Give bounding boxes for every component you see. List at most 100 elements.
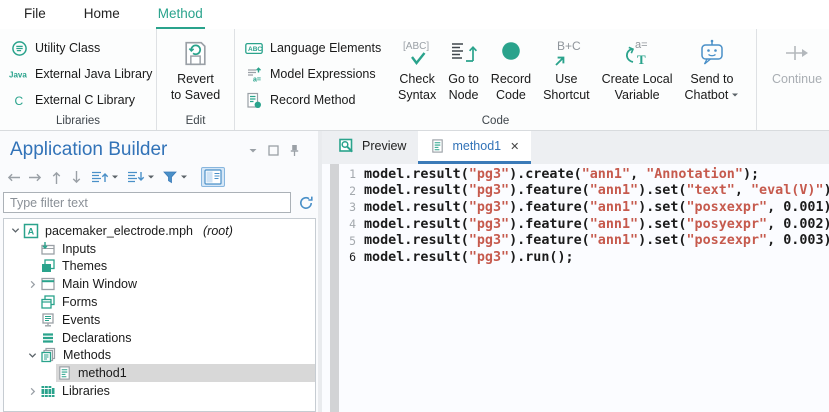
editor-tab-label: method1 xyxy=(452,139,501,153)
editor-tab-method1[interactable]: method1 ✕ xyxy=(418,131,531,164)
code-line[interactable]: 6model.result("pg3").run(); xyxy=(322,249,829,266)
external-c-library-button[interactable]: CExternal C Library xyxy=(9,91,156,109)
ribbon-group-edit: Revertto Saved Edit xyxy=(157,29,235,130)
panel-title: Application Builder xyxy=(10,139,167,161)
move-down-button[interactable] xyxy=(70,170,83,185)
dropdown-chevron-icon xyxy=(180,174,188,180)
code-line[interactable]: 2model.result("pg3").feature("ann1").set… xyxy=(322,183,829,200)
main-window-icon xyxy=(40,276,56,292)
ribbon: Utility Class JavaExternal Java Library CE… xyxy=(0,29,829,131)
svg-text:a=: a= xyxy=(253,76,261,83)
tree-item-events[interactable]: Events xyxy=(4,311,315,329)
application-builder-panel: Application Builder Apacemaker_electrode… xyxy=(0,131,318,412)
tree-collapsed-chevron[interactable] xyxy=(25,387,39,396)
panel-header: Application Builder xyxy=(10,138,308,162)
utility-class-label: Utility Class xyxy=(35,41,100,55)
record-method-button[interactable]: Record Method xyxy=(244,91,392,109)
code-line[interactable]: 5model.result("pg3").feature("ann1").set… xyxy=(322,232,829,249)
tree-item-method1[interactable]: method1 xyxy=(4,364,315,382)
use-shortcut-label-line: Use xyxy=(555,71,577,87)
language-elements-button[interactable]: ABCLanguage Elements xyxy=(244,39,392,57)
editor-tools-icon xyxy=(204,169,222,185)
tree-expanded-chevron[interactable] xyxy=(8,226,22,235)
tree-expanded-icon xyxy=(11,226,20,235)
panel-pin-icon xyxy=(289,144,300,157)
tree-item-themes[interactable]: Themes xyxy=(4,258,315,276)
filter-icon xyxy=(162,169,178,185)
model-expressions-label: Model Expressions xyxy=(270,67,376,81)
tree-item-label: Inputs xyxy=(62,242,96,256)
expand-list-button[interactable] xyxy=(90,169,119,185)
panel-pin-button[interactable] xyxy=(289,144,300,157)
tree-item-main-window[interactable]: Main Window xyxy=(4,275,315,293)
check-syntax-button[interactable]: [ABC]CheckSyntax xyxy=(392,29,442,103)
filter-input[interactable] xyxy=(3,192,291,213)
check-syntax-label-line: Syntax xyxy=(398,87,436,103)
tree-collapsed-chevron[interactable] xyxy=(25,280,39,289)
tree-item-libraries[interactable]: Libraries xyxy=(4,382,315,400)
libraries-buttons: Utility Class JavaExternal Java Library CE… xyxy=(0,29,156,109)
create-local-variable-label-line: Variable xyxy=(615,87,660,103)
forward-button[interactable] xyxy=(28,171,43,184)
use-shortcut-button[interactable]: B+CUseShortcut xyxy=(537,29,596,103)
send-to-chatbot-icon xyxy=(696,37,728,69)
panel-collapse-button[interactable] xyxy=(248,146,258,155)
record-code-button[interactable]: RecordCode xyxy=(485,29,537,103)
external-c-library-label: External C Library xyxy=(35,93,135,107)
editor-tools-button[interactable] xyxy=(201,167,225,187)
code-line[interactable]: 4model.result("pg3").feature("ann1").set… xyxy=(322,216,829,233)
code-line[interactable]: 1model.result("pg3").create("ann1", "Ann… xyxy=(322,166,829,183)
code-text: model.result("pg3").feature("ann1").set(… xyxy=(364,233,829,248)
panel-float-icon xyxy=(268,145,279,156)
check-syntax-label-line: Check xyxy=(399,71,434,87)
tree-item-methods[interactable]: Methods xyxy=(4,347,315,365)
menu-tab-method[interactable]: Method xyxy=(156,0,205,29)
revert-to-saved-button[interactable]: Revertto Saved xyxy=(165,29,226,103)
move-up-button[interactable] xyxy=(50,170,63,185)
tree-item-label: Libraries xyxy=(62,384,110,398)
record-code-label-line: Record xyxy=(491,71,531,87)
refresh-button[interactable] xyxy=(298,195,314,211)
send-to-chatbot-button[interactable]: Send toChatbot xyxy=(679,29,746,103)
code-text: model.result("pg3").run(); xyxy=(364,250,574,265)
svg-text:a=: a= xyxy=(635,39,648,51)
nav-back-icon xyxy=(6,171,21,184)
external-java-library-button[interactable]: JavaExternal Java Library xyxy=(9,65,156,83)
line-number: 4 xyxy=(322,217,364,231)
go-to-node-button[interactable]: Go toNode xyxy=(442,29,485,103)
edit-group-label: Edit xyxy=(157,115,234,127)
menu-tab-home[interactable]: Home xyxy=(82,0,122,29)
tree-item-forms[interactable]: Forms xyxy=(4,293,315,311)
code-line[interactable]: 3model.result("pg3").feature("ann1").set… xyxy=(322,199,829,216)
panel-collapse-icon xyxy=(248,146,258,155)
menu-tab-file[interactable]: File xyxy=(22,0,48,29)
editor-tab-preview[interactable]: Preview xyxy=(327,131,418,164)
svg-text:Java: Java xyxy=(9,71,27,80)
language-elements-icon: ABC xyxy=(244,41,264,56)
nav-up-icon xyxy=(50,170,63,185)
app-root-icon: A xyxy=(23,223,39,239)
tree-item-pacemaker-electrode-mph[interactable]: Apacemaker_electrode.mph(root) xyxy=(4,222,315,240)
create-local-variable-button[interactable]: a=TCreate LocalVariable xyxy=(596,29,679,103)
method-icon xyxy=(430,138,445,154)
tree-collapsed-icon xyxy=(28,387,37,396)
close-tab-icon[interactable]: ✕ xyxy=(510,140,519,153)
collapse-list-button[interactable] xyxy=(126,169,155,185)
tree-item-inputs[interactable]: Inputs xyxy=(4,240,315,258)
record-method-label: Record Method xyxy=(270,93,355,107)
methods-icon xyxy=(40,347,57,363)
continue-label-line: Continue xyxy=(772,71,822,87)
code-editor[interactable]: 1model.result("pg3").create("ann1", "Ann… xyxy=(322,164,829,412)
tree-item-declarations[interactable]: Declarations xyxy=(4,329,315,347)
libraries-icon xyxy=(40,383,56,399)
tree-item-label: Themes xyxy=(62,259,107,273)
model-expressions-button[interactable]: a= Model Expressions xyxy=(244,65,392,83)
filter-button[interactable] xyxy=(162,169,188,185)
tree-item-label: method1 xyxy=(78,366,127,380)
utility-class-button[interactable]: Utility Class xyxy=(9,39,156,57)
panel-float-button[interactable] xyxy=(268,145,279,156)
use-shortcut-label-line: Shortcut xyxy=(543,87,590,103)
tree-expanded-chevron[interactable] xyxy=(25,351,39,360)
method-icon xyxy=(57,365,72,381)
back-button[interactable] xyxy=(6,171,21,184)
